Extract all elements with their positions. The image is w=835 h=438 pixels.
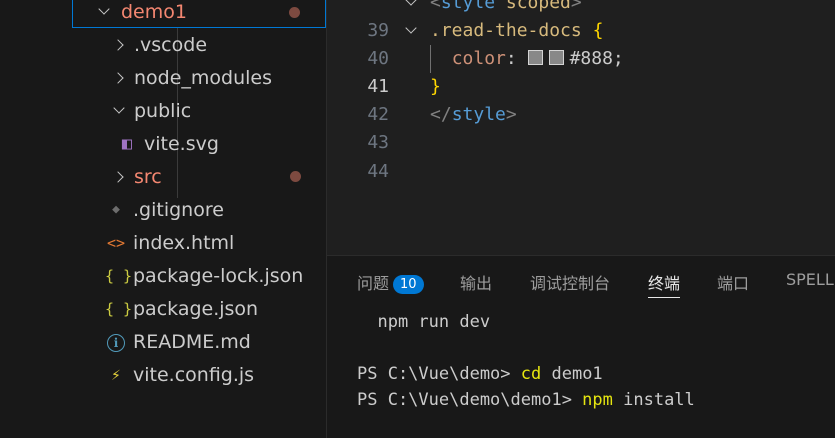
tab-debug-console[interactable]: 调试控制台 [530,270,610,294]
modified-dot-icon [290,171,301,182]
tree-file-readme[interactable]: i README.md [72,325,326,358]
tree-file-gitignore[interactable]: ◆ .gitignore [72,193,326,226]
chevron-down-icon [110,101,130,121]
explorer-sidebar: demo1 .vscode node_modules public ◧ vite… [72,0,327,438]
code-line: 40 .read-the-docs { [327,17,835,69]
code-editor[interactable]: 39 <style scoped> 40 .read-the-docs { 41… [327,0,835,255]
tree-item-label: README.md [133,330,251,353]
code-line: 42 } [327,73,835,125]
problems-count-badge: 10 [393,275,424,294]
tab-spell-checker[interactable]: SPELL C [786,270,835,289]
color-swatch[interactable] [548,50,564,65]
tree-item-label: package-lock.json [133,264,304,287]
tree-item-label: vite.svg [144,132,219,155]
json-file-icon: { } [105,266,133,285]
tree-file-package-json[interactable]: { } package.json [72,292,326,325]
tree-folder-public[interactable]: public [72,94,326,127]
terminal-line: PS C:\Vue\demo\demo1> npm install [357,390,695,410]
code-line: 44 [327,130,835,182]
code-line-active: 41 color: #888; [327,45,835,97]
tree-item-label: .gitignore [133,198,224,221]
tree-file-package-lock-json[interactable]: { } package-lock.json [72,259,326,292]
svg-file-icon: ◧ [121,133,133,154]
info-file-icon: i [105,332,127,352]
tree-item-label: public [134,99,192,122]
json-file-icon: { } [105,299,133,318]
tree-folder-vscode[interactable]: .vscode [72,28,326,61]
tree-file-index-html[interactable]: <> index.html [72,226,326,259]
panel-tabs: 问题10 输出 调试控制台 终端 端口 SPELL C [327,256,835,308]
modified-dot-icon [289,7,300,18]
color-swatch[interactable] [527,50,543,65]
activity-bar [0,0,72,438]
tab-ports[interactable]: 端口 [717,270,749,294]
fold-chevron-icon[interactable] [402,17,422,45]
tree-file-vite-svg[interactable]: ◧ vite.svg [72,127,326,160]
git-file-icon: ◆ [112,202,120,217]
vite-file-icon: ⚡ [111,365,121,384]
tree-item-label: index.html [133,231,235,254]
code-line: 43 </style> [327,101,835,153]
tree-item-label: demo1 [121,0,187,23]
tab-output[interactable]: 输出 [460,270,492,294]
tree-item-label: vite.config.js [133,363,255,386]
chevron-right-icon [110,167,130,187]
tab-problems[interactable]: 问题 10 [357,270,424,294]
chevron-right-icon [110,68,130,88]
tree-item-label: package.json [133,297,259,320]
chevron-down-icon [95,2,115,22]
html-file-icon: <> [106,233,126,252]
terminal-line: PS C:\Vue\demo> cd demo1 [357,364,603,384]
tab-terminal[interactable]: 终端 [648,270,681,298]
tree-folder-src[interactable]: src [72,160,326,193]
tree-item-label: src [134,165,162,188]
tree-folder-node-modules[interactable]: node_modules [72,61,326,94]
fold-chevron-icon[interactable] [402,0,422,17]
terminal-line: npm run dev [357,312,491,332]
tree-folder-demo1[interactable]: demo1 [72,0,326,28]
tree-item-label: .vscode [134,33,208,56]
bottom-panel: 问题10 输出 调试控制台 终端 端口 SPELL C npm run dev … [327,255,835,438]
chevron-right-icon [110,35,130,55]
tree-item-label: node_modules [134,66,273,89]
line-number: 44 [367,161,389,182]
code-line: 39 <style scoped> [327,0,835,41]
tree-file-vite-config[interactable]: ⚡ vite.config.js [72,358,326,391]
